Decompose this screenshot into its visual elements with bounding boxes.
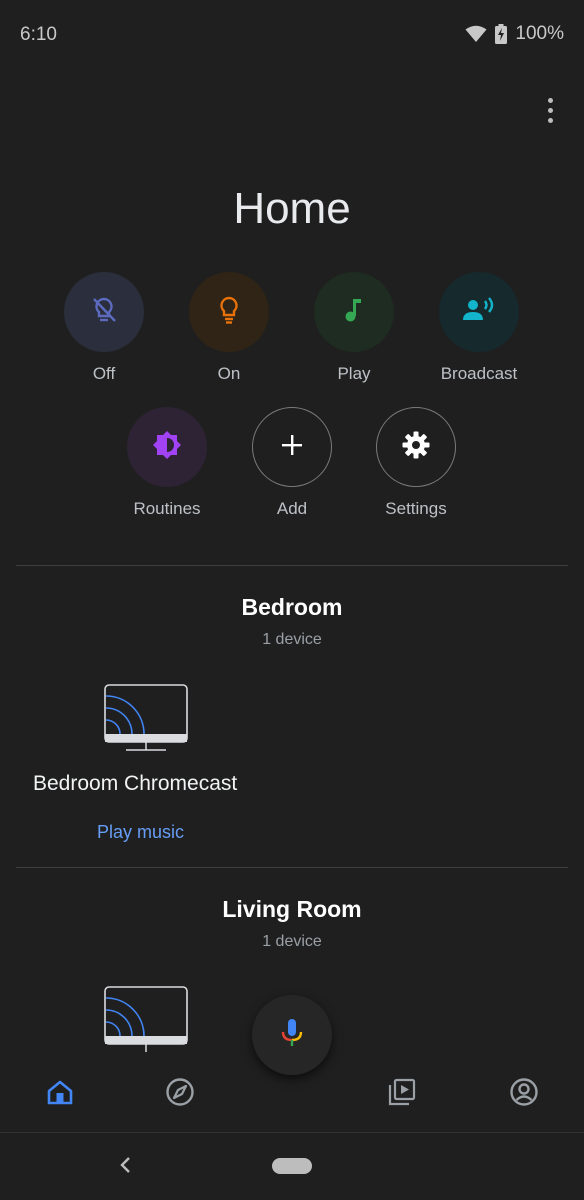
- status-icons: 100%: [465, 23, 564, 45]
- action-add-circle: [252, 407, 332, 487]
- compass-icon: [165, 1077, 195, 1112]
- room-device-count: 1 device: [262, 933, 322, 950]
- home-screen: 6:10 100% Home Off On Play Broadcast Rou…: [0, 0, 584, 1200]
- action-add-button[interactable]: Add: [232, 407, 352, 519]
- action-play-circle: [314, 272, 394, 352]
- chromecast-tv-icon[interactable]: [104, 986, 188, 1052]
- battery-charging-icon: [495, 24, 508, 44]
- chromecast-tv-icon[interactable]: [104, 684, 188, 752]
- plus-icon: [281, 434, 303, 461]
- room-title-bedroom[interactable]: Bedroom: [0, 594, 584, 621]
- account-icon: [509, 1077, 539, 1112]
- routines-icon: [151, 429, 183, 466]
- light-off-icon: [89, 295, 119, 330]
- nav-media[interactable]: [382, 1074, 422, 1114]
- more-options-icon[interactable]: [534, 92, 566, 128]
- action-on-button[interactable]: On: [169, 272, 289, 384]
- nav-discover[interactable]: [160, 1074, 200, 1114]
- broadcast-icon: [462, 295, 496, 330]
- action-on-circle: [189, 272, 269, 352]
- page-title: Home: [233, 184, 351, 233]
- back-icon[interactable]: [112, 1151, 140, 1179]
- action-broadcast-button[interactable]: Broadcast: [419, 272, 539, 384]
- assistant-mic-button[interactable]: [252, 995, 332, 1075]
- lightbulb-icon: [214, 295, 244, 330]
- action-play-label: Play: [337, 364, 371, 383]
- microphone-icon: [279, 1017, 305, 1054]
- action-broadcast-label: Broadcast: [440, 364, 518, 383]
- action-routines-circle: [127, 407, 207, 487]
- battery-percent: 100%: [515, 23, 564, 44]
- home-icon: [46, 1078, 74, 1111]
- action-add-label: Add: [276, 499, 308, 518]
- media-library-icon: [387, 1077, 417, 1112]
- nav-home[interactable]: [40, 1074, 80, 1114]
- home-pill-button[interactable]: [272, 1158, 312, 1174]
- status-bar: 6:10 100%: [0, 0, 584, 70]
- system-navigation: [0, 1133, 584, 1200]
- wifi-icon: [465, 25, 487, 43]
- action-play-button[interactable]: Play: [294, 272, 414, 384]
- action-routines-label: Routines: [133, 499, 201, 518]
- action-routines-button[interactable]: Routines: [107, 407, 227, 519]
- play-music-button[interactable]: Play music: [97, 822, 184, 843]
- music-note-icon: [340, 296, 368, 329]
- section-divider: [16, 867, 568, 868]
- room-device-count: 1 device: [262, 631, 322, 648]
- action-settings-label: Settings: [385, 499, 447, 518]
- action-settings-circle: [376, 407, 456, 487]
- room-title-living-room[interactable]: Living Room: [0, 896, 584, 923]
- device-name[interactable]: Bedroom Chromecast: [33, 772, 237, 796]
- nav-account[interactable]: [504, 1074, 544, 1114]
- status-time: 6:10: [20, 24, 57, 45]
- section-divider: [16, 565, 568, 566]
- action-off-circle: [64, 272, 144, 352]
- action-broadcast-circle: [439, 272, 519, 352]
- action-settings-button[interactable]: Settings: [356, 407, 476, 519]
- action-off-button[interactable]: Off: [44, 272, 164, 384]
- action-off-label: Off: [92, 364, 116, 383]
- gear-icon: [401, 430, 431, 465]
- action-on-label: On: [217, 364, 241, 383]
